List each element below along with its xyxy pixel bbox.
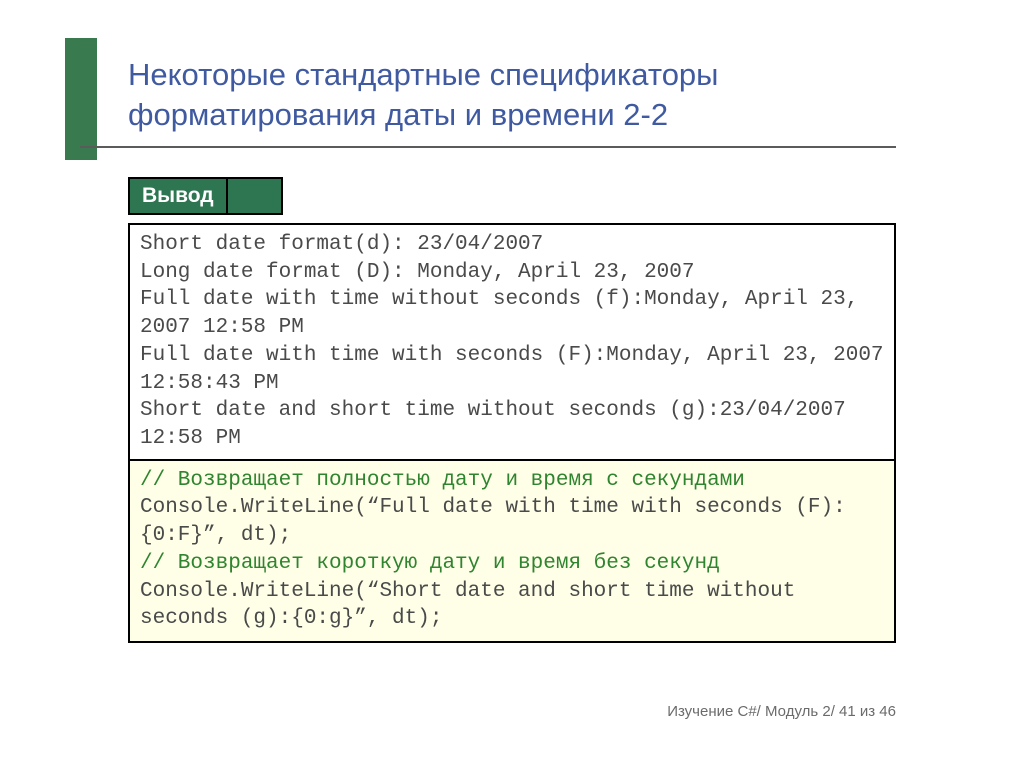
slide-title-area: Некоторые стандартные спецификаторы форм… (128, 55, 908, 134)
slide-title: Некоторые стандартные спецификаторы форм… (128, 55, 908, 134)
output-label-side (228, 177, 283, 215)
code-comment-2: // Возвращает короткую дату и время без … (140, 552, 720, 575)
accent-line-horizontal (80, 146, 896, 148)
accent-block-vertical (65, 38, 97, 160)
code-line-2: Console.WriteLine(“Short date and short … (140, 580, 808, 631)
slide-footer: Изучение C#/ Модуль 2/ 41 из 46 (667, 703, 896, 720)
code-line-1: Console.WriteLine(“Full date with time w… (140, 496, 846, 547)
code-box: // Возвращает полностью дату и время с с… (128, 461, 896, 643)
content-area: Short date format(d): 23/04/2007 Long da… (128, 223, 896, 643)
output-label-tag: Вывод (128, 177, 283, 215)
output-label-text: Вывод (128, 177, 228, 215)
output-box: Short date format(d): 23/04/2007 Long da… (128, 223, 896, 461)
code-comment-1: // Возвращает полностью дату и время с с… (140, 469, 745, 492)
